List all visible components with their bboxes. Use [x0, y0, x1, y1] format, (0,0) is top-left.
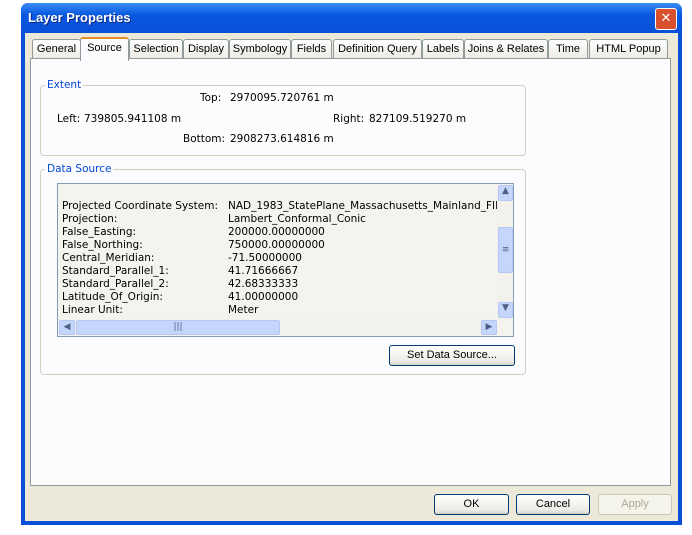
list-item: Central_Meridian: -71.50000000 [62, 252, 302, 264]
scroll-up-icon[interactable]: ▲ [498, 185, 513, 201]
ok-button[interactable]: OK [434, 494, 509, 515]
data-source-list[interactable]: Projected Coordinate System: NAD_1983_Sta… [57, 183, 514, 337]
row-value: 41.71666667 [228, 265, 299, 277]
row-value: 42.68333333 [228, 278, 299, 290]
list-item: Standard_Parallel_1: 41.71666667 [62, 265, 298, 277]
tab-html-popup[interactable]: HTML Popup [589, 39, 668, 58]
row-value: 750000.00000000 [228, 239, 325, 251]
list-item: Standard_Parallel_2: 42.68333333 [62, 278, 298, 290]
row-key: Latitude_Of_Origin: [62, 291, 163, 303]
row-value: Lambert_Conformal_Conic [228, 213, 366, 225]
horizontal-scroll-thumb[interactable]: ||| [76, 320, 280, 335]
apply-button[interactable]: Apply [598, 494, 672, 515]
tab-source[interactable]: Source [80, 37, 129, 61]
scroll-right-icon[interactable]: ▶ [481, 320, 497, 335]
top-value: 2970095.720761 m [230, 92, 334, 104]
row-value: NAD_1983_StatePlane_Massachusetts_Mainla… [228, 200, 497, 212]
list-content: Projected Coordinate System: NAD_1983_Sta… [58, 184, 497, 319]
list-item: False_Easting: 200000.00000000 [62, 226, 325, 238]
list-item: Latitude_Of_Origin: 41.00000000 [62, 291, 298, 303]
list-item: Projection: Lambert_Conformal_Conic [62, 213, 366, 225]
right-label: Right: [333, 113, 365, 125]
window-title: Layer Properties [28, 10, 131, 25]
row-value: -71.50000000 [228, 252, 302, 264]
row-key: Projected Coordinate System: [62, 200, 218, 212]
row-key: Standard_Parallel_2: [62, 278, 169, 290]
scroll-left-icon[interactable]: ◀ [59, 320, 75, 335]
tab-time[interactable]: Time [548, 39, 588, 58]
left-label: Left: [57, 113, 81, 125]
row-key: Standard_Parallel_1: [62, 265, 169, 277]
row-key: Central_Meridian: [62, 252, 155, 264]
tab-labels[interactable]: Labels [422, 39, 464, 58]
row-value: Meter [228, 304, 259, 316]
tab-symbology[interactable]: Symbology [229, 39, 291, 58]
row-value: 200000.00000000 [228, 226, 325, 238]
title-bar[interactable]: Layer Properties ✕ [21, 3, 682, 33]
bottom-value: 2908273.614816 m [230, 133, 334, 145]
row-key: False_Easting: [62, 226, 137, 238]
bottom-label: Bottom: [183, 133, 226, 145]
left-value: 739805.941108 m [84, 113, 182, 125]
row-key: False_Northing: [62, 239, 143, 251]
list-item: Projected Coordinate System: NAD_1983_Sta… [62, 200, 497, 212]
cancel-button[interactable]: Cancel [516, 494, 590, 515]
data-source-legend: Data Source [47, 163, 112, 175]
tab-definition-query[interactable]: Definition Query [333, 39, 422, 58]
extent-legend: Extent [47, 79, 82, 91]
vertical-scrollbar[interactable]: ▲ ≡ ▼ [497, 184, 513, 319]
row-key: Projection: [62, 213, 118, 225]
vertical-scroll-thumb[interactable]: ≡ [498, 227, 513, 273]
scroll-down-icon[interactable]: ▼ [498, 302, 513, 318]
tab-selection[interactable]: Selection [129, 39, 183, 58]
close-icon[interactable]: ✕ [655, 8, 677, 30]
horizontal-scrollbar[interactable]: ◀ ||| ▶ [58, 319, 497, 335]
set-data-source-button[interactable]: Set Data Source... [389, 345, 515, 366]
tab-display[interactable]: Display [183, 39, 229, 58]
list-item: False_Northing: 750000.00000000 [62, 239, 325, 251]
row-value: 41.00000000 [228, 291, 299, 303]
top-label: Top: [200, 92, 222, 104]
tab-fields[interactable]: Fields [291, 39, 332, 58]
list-item: Linear Unit: Meter [62, 304, 258, 316]
row-key: Linear Unit: [62, 304, 123, 316]
tab-joins-relates[interactable]: Joins & Relates [464, 39, 548, 58]
right-value: 827109.519270 m [369, 113, 467, 125]
tab-general[interactable]: General [32, 39, 81, 58]
